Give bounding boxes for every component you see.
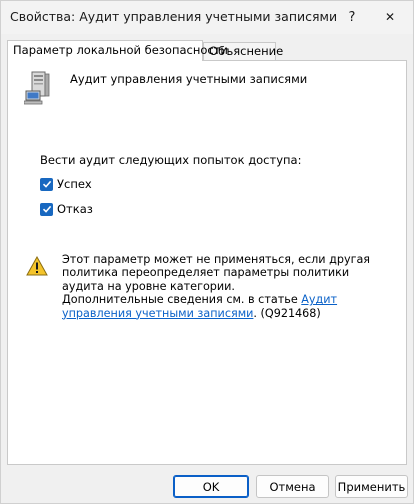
success-checkbox[interactable] bbox=[40, 177, 53, 191]
cancel-button[interactable]: Отмена bbox=[256, 475, 329, 498]
more-info-line: Дополнительные сведения см. в статье Ауд… bbox=[62, 293, 382, 320]
warning-triangle-icon bbox=[26, 256, 48, 276]
close-icon: ✕ bbox=[384, 10, 396, 24]
properties-dialog: Свойства: Аудит управления учетными запи… bbox=[0, 0, 414, 504]
failure-checkbox[interactable] bbox=[40, 202, 53, 216]
more-info-prefix: Дополнительные сведения см. в статье bbox=[62, 293, 302, 307]
failure-label: Отказ bbox=[57, 202, 93, 216]
success-checkbox-row[interactable]: Успех bbox=[40, 176, 92, 192]
policy-name: Аудит управления учетными записями bbox=[70, 72, 308, 86]
window-title: Свойства: Аудит управления учетными запи… bbox=[10, 9, 338, 24]
close-button[interactable]: ✕ bbox=[367, 1, 413, 33]
checkmark-icon bbox=[42, 180, 51, 188]
title-bar: Свойства: Аудит управления учетными запи… bbox=[1, 1, 413, 34]
apply-button[interactable]: Применить bbox=[335, 475, 408, 498]
server-computer-icon bbox=[24, 71, 50, 105]
success-label: Успех bbox=[57, 177, 92, 191]
warning-message: Этот параметр может не применяться, если… bbox=[62, 253, 382, 320]
checkmark-icon bbox=[42, 205, 51, 213]
tab-label: Параметр локальной безопасности bbox=[13, 43, 228, 57]
warning-text: Этот параметр может не применяться, если… bbox=[62, 253, 371, 293]
tab-local-security-setting[interactable]: Параметр локальной безопасности bbox=[7, 40, 228, 61]
ok-button[interactable]: OK bbox=[173, 475, 249, 498]
failure-checkbox-row[interactable]: Отказ bbox=[40, 201, 93, 217]
tab-panel: Аудит управления учетными записями Вести… bbox=[7, 60, 407, 465]
more-info-suffix: . (Q921468) bbox=[253, 306, 321, 320]
help-icon: ? bbox=[348, 9, 356, 25]
audit-attempts-label: Вести аудит следующих попыток доступа: bbox=[40, 153, 302, 167]
